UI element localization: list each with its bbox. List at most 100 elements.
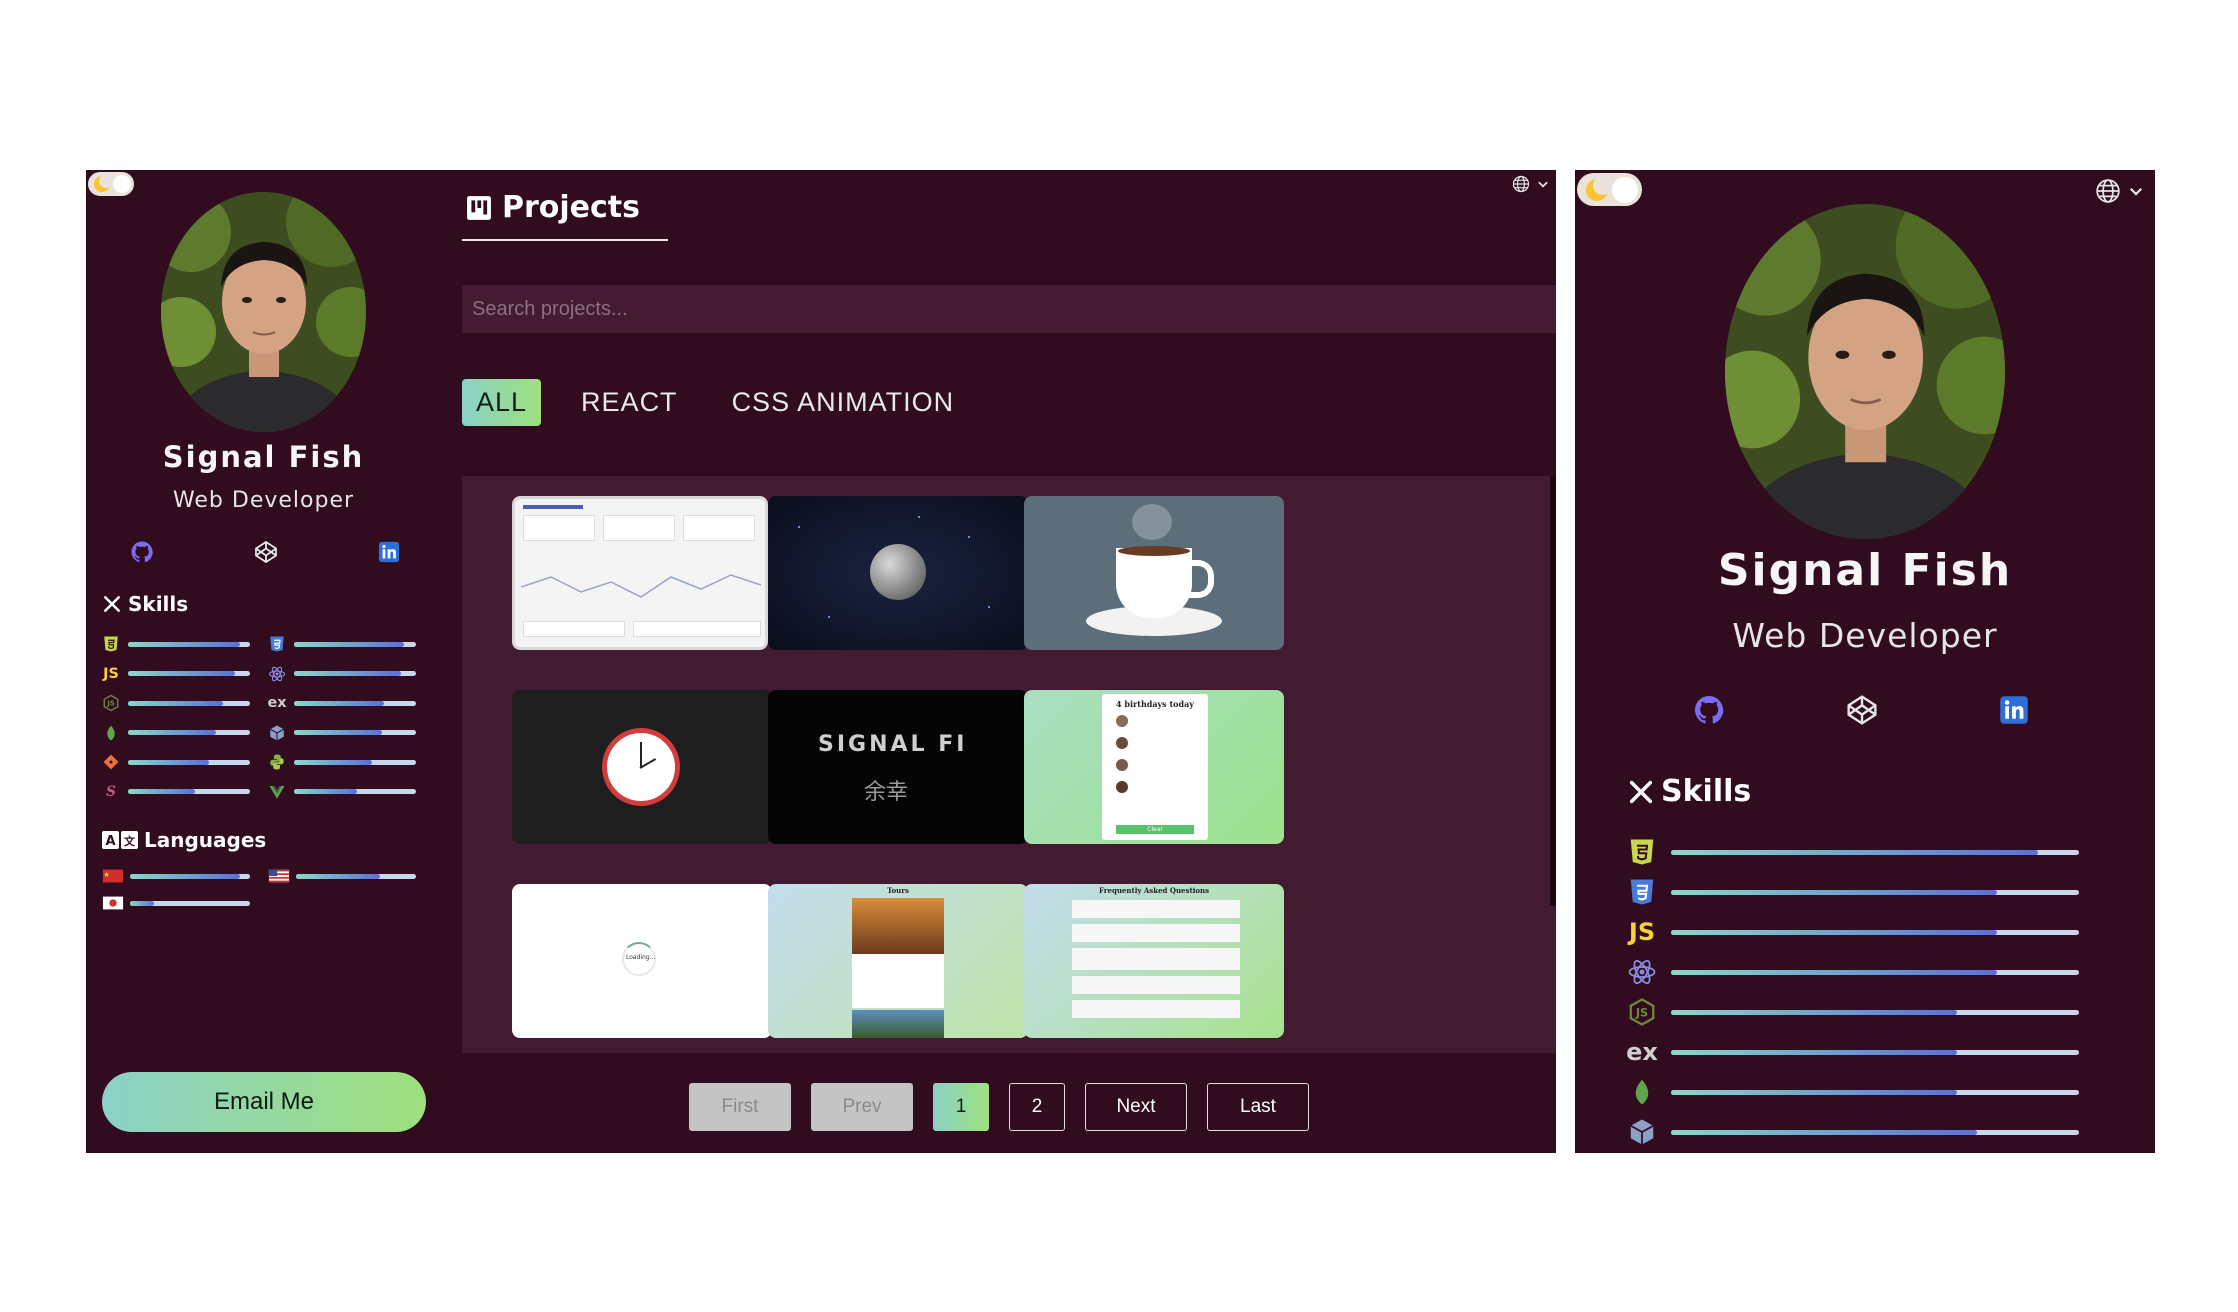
package-icon xyxy=(268,724,286,742)
linkedin-icon[interactable] xyxy=(1999,695,2029,725)
scrollbar[interactable] xyxy=(1550,476,1556,906)
language-selector[interactable] xyxy=(1512,175,1550,193)
filter-react[interactable]: REACT xyxy=(567,379,692,426)
skill-row: ex xyxy=(267,694,416,712)
search-input[interactable] xyxy=(462,285,1556,333)
html5-icon xyxy=(102,635,120,653)
skill-level-fill xyxy=(1671,1009,1957,1015)
theme-toggle[interactable] xyxy=(88,172,134,196)
skill-row xyxy=(268,865,416,887)
skill-level-bar xyxy=(1671,849,2079,855)
theme-toggle-mobile[interactable] xyxy=(1577,173,1642,206)
card-text: Loading... xyxy=(626,954,656,961)
nodejs-icon: JS xyxy=(102,694,120,712)
skill-level-bar xyxy=(128,730,250,735)
globe-icon xyxy=(1512,175,1530,193)
project-card-signal-fish-text[interactable]: SIGNAL FI 余幸 xyxy=(768,690,1028,844)
codepen-icon[interactable] xyxy=(1846,694,1878,726)
chevron-down-icon xyxy=(2129,187,2143,196)
skill-level-bar xyxy=(294,759,416,765)
skill-row: S xyxy=(102,783,250,801)
linkedin-icon[interactable] xyxy=(378,541,400,563)
css3-icon xyxy=(268,635,286,653)
skill-row xyxy=(1627,1117,2079,1147)
skill-level-bar xyxy=(294,671,416,676)
page-button-prev[interactable]: Prev xyxy=(811,1083,913,1131)
kanban-icon xyxy=(467,195,491,220)
avatar xyxy=(1725,204,2005,539)
skill-level-bar xyxy=(294,641,416,647)
skill-level-bar xyxy=(294,789,416,794)
projects-heading-underline xyxy=(462,239,668,241)
projects-heading: Projects xyxy=(466,190,640,225)
filter-css-animation[interactable]: CSS ANIMATION xyxy=(718,379,969,426)
skill-row xyxy=(1627,1077,2079,1107)
skill-row xyxy=(102,892,250,914)
skill-level-bar xyxy=(128,759,250,765)
skill-level-bar xyxy=(1671,1089,2079,1095)
skill-row: JS xyxy=(102,665,250,683)
language-selector-mobile[interactable] xyxy=(2095,178,2145,204)
html5-icon xyxy=(1627,837,1657,867)
globe-icon xyxy=(2096,179,2120,203)
skill-level-fill xyxy=(294,700,385,706)
skill-level-bar xyxy=(1671,1049,2079,1055)
page-button-last[interactable]: Last xyxy=(1207,1083,1309,1131)
skill-level-fill xyxy=(1671,929,1998,935)
skill-row xyxy=(1627,837,2079,867)
card-heading: Tours xyxy=(887,886,909,895)
vue-icon xyxy=(268,783,286,801)
profile-role-mobile: Web Developer xyxy=(1732,616,1998,655)
project-card-clock[interactable] xyxy=(512,690,772,844)
skill-level-fill xyxy=(1671,1089,1957,1095)
filter-all[interactable]: ALL xyxy=(462,379,542,426)
skills-heading: Skills xyxy=(102,592,188,616)
mongodb-icon xyxy=(102,724,120,742)
project-card-coffee-cup[interactable] xyxy=(1024,496,1284,650)
project-card-admin-dashboard[interactable] xyxy=(512,496,768,650)
social-links-mobile xyxy=(1693,694,2029,726)
desktop-view: Signal Fish Web Developer Skills JS JS ex S… xyxy=(86,170,1556,1153)
card-heading: 4 birthdays today xyxy=(1116,699,1194,709)
page-button-first[interactable]: First xyxy=(689,1083,791,1131)
skill-level-fill xyxy=(1671,1129,1977,1135)
project-card-loading[interactable]: Loading... xyxy=(512,884,772,1038)
skill-row xyxy=(268,753,416,771)
email-me-button[interactable]: Email Me xyxy=(102,1072,426,1132)
skill-row: JS xyxy=(1627,917,2079,947)
skill-row xyxy=(268,783,416,801)
mobile-view: Signal Fish Web Developer Skills JS JS ex xyxy=(1575,170,2155,1153)
pagination: First Prev 1 2 Next Last xyxy=(689,1083,1309,1131)
python-icon xyxy=(268,753,286,771)
skills-heading-mobile: Skills xyxy=(1627,774,1751,809)
skill-level-fill xyxy=(294,730,382,735)
card-text: SIGNAL FI xyxy=(818,732,968,757)
project-card-birthday-reminder[interactable]: 4 birthdays today Clear xyxy=(1024,690,1284,844)
project-card-faq[interactable]: Frequently Asked Questions xyxy=(1024,884,1284,1038)
skill-level-fill xyxy=(128,641,241,647)
skill-level-fill xyxy=(130,873,241,879)
skill-level-bar xyxy=(128,671,250,676)
skill-row: JS xyxy=(102,694,250,712)
page-button-2[interactable]: 2 xyxy=(1009,1083,1065,1131)
china-flag-icon xyxy=(102,865,124,887)
codepen-icon[interactable] xyxy=(254,540,278,564)
profile-role: Web Developer xyxy=(172,488,355,513)
github-icon[interactable] xyxy=(130,540,154,564)
github-icon[interactable] xyxy=(1693,694,1725,726)
skill-level-bar xyxy=(1671,1129,2079,1135)
tools-icon xyxy=(1629,780,1653,803)
svg-text:JS: JS xyxy=(106,700,115,708)
skill-level-fill xyxy=(130,900,154,906)
react-icon xyxy=(1627,957,1657,987)
skill-level-fill xyxy=(1671,969,1998,975)
skill-level-bar xyxy=(296,873,416,879)
page-button-next[interactable]: Next xyxy=(1085,1083,1187,1131)
project-card-moon-night[interactable] xyxy=(768,496,1028,650)
profile-name-mobile: Signal Fish xyxy=(1717,545,2013,596)
skill-level-bar xyxy=(128,700,250,706)
projects-grid: SIGNAL FI 余幸 4 birthdays today Clear Loa… xyxy=(462,476,1556,1053)
skill-level-bar xyxy=(128,789,250,794)
project-card-tours[interactable]: Tours xyxy=(768,884,1028,1038)
page-button-1[interactable]: 1 xyxy=(933,1083,989,1131)
